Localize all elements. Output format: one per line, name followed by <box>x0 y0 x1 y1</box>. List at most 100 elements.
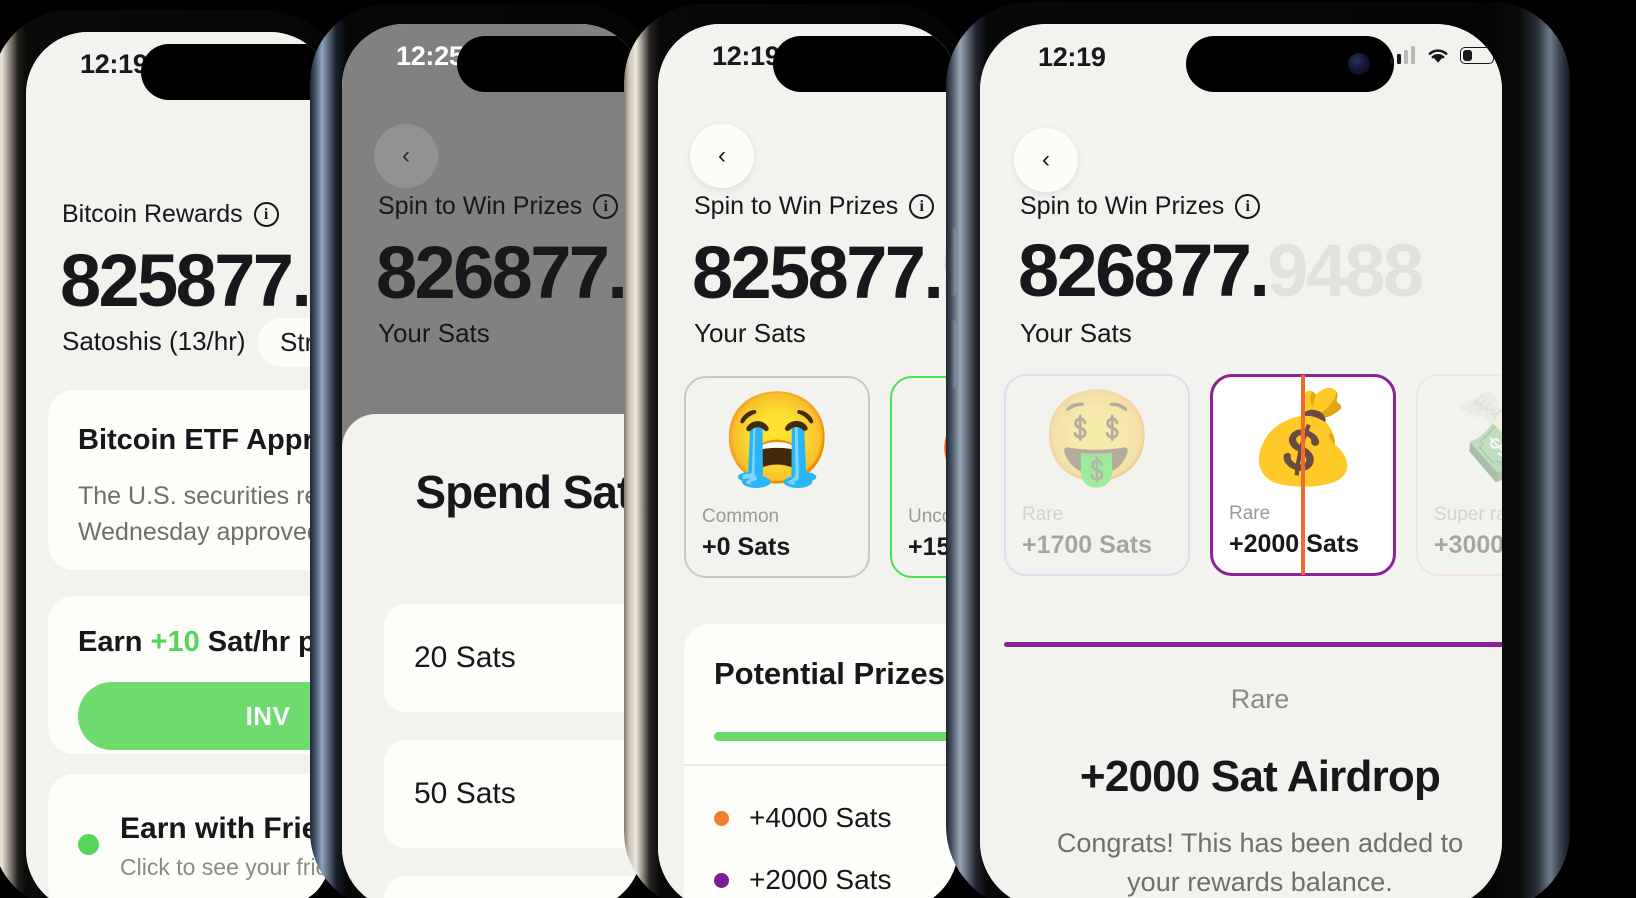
status-clock: 12:19 <box>1038 42 1106 72</box>
result-rarity: Rare <box>1230 684 1290 714</box>
info-circle-icon[interactable]: i <box>253 202 279 227</box>
prize-amount: +2000 Sats <box>1229 530 1359 558</box>
row-subtitle: Click to see your friends <box>120 854 332 880</box>
prize-legend-item: +2000 Sats <box>714 864 891 896</box>
news-card[interactable]: Bitcoin ETF Approved The U.S. securities… <box>48 390 332 570</box>
invite-card: Earn +10 Sat/hr per f INV <box>48 596 332 754</box>
prize-card[interactable]: 💸 Super rare +3000 Sats <box>1416 374 1502 576</box>
phone-1-sub-label: Satoshis (13/hr) <box>62 326 246 356</box>
phone-3-section-label: Spin to Win Prizes i <box>694 192 935 221</box>
sheet-option-row[interactable]: 100 Sats <box>384 876 642 898</box>
back-button[interactable]: ‹ <box>1014 128 1078 192</box>
volume-down-button[interactable] <box>950 320 956 388</box>
news-card-title: Bitcoin ETF Approved <box>78 424 332 456</box>
money-mouth-face-emoji: 🤑 <box>1040 387 1154 487</box>
legend-label: +4000 Sats <box>749 802 892 833</box>
result-message: Congrats! This has been added to your re… <box>1056 828 1464 898</box>
phone-4-sub-label: Your Sats <box>1020 318 1132 348</box>
volume-up-button[interactable] <box>950 228 956 296</box>
potential-prizes-card: Potential Prizes +4000 Sats +2000 Sats <box>684 624 958 898</box>
phone-4-balance: 826877.9488 <box>1018 234 1424 308</box>
status-clock: 12:25 <box>396 41 464 71</box>
phone-2-screen: 12:25 ‹ Spin to Win Prizes i 826877.9 Yo… <box>342 24 642 898</box>
wifi-icon <box>1426 46 1449 64</box>
balance-whole: 825877. <box>692 231 944 314</box>
prize-rarity: Rare <box>1229 503 1271 524</box>
status-clock: 12:19 <box>712 41 780 71</box>
phone-4-frame-right <box>1492 2 1570 898</box>
phone-2-section-label: Spin to Win Prizes i <box>378 192 619 221</box>
section-label-text: Bitcoin Rewards <box>62 200 243 228</box>
screenshot-stage: 12:19 Bitcoin Rewards i 825877.94 Satosh… <box>0 0 1636 898</box>
row-title: Earn with Friends <box>120 812 332 845</box>
sheet-option-row[interactable]: 50 Sats <box>384 740 642 848</box>
phone-4-status-bar: 12:19 <box>980 24 1502 92</box>
section-label-text: Spin to Win Prizes <box>1020 192 1225 220</box>
earn-with-friends-row[interactable]: Earn with Friends Click to see your frie… <box>48 774 332 898</box>
prize-legend-item: +4000 Sats <box>714 802 891 834</box>
prize-rarity: Super rare <box>1434 504 1502 525</box>
battery-icon <box>1460 46 1498 64</box>
phone-1-balance: 825877.94 <box>60 244 332 318</box>
sheet-title: Spend Sats for Priz <box>415 466 642 518</box>
balance-whole: 826877. <box>376 231 628 314</box>
prize-rarity: Common <box>702 506 780 527</box>
divider <box>684 764 958 766</box>
status-icons <box>1389 46 1498 64</box>
dynamic-island <box>1186 36 1394 92</box>
info-circle-icon[interactable]: i <box>1235 194 1261 219</box>
dynamic-island <box>141 44 332 100</box>
phone-2-sub-label: Your Sats <box>378 318 490 348</box>
spend-sats-sheet: Spend Sats for Priz 20 Sats 50 Sats 100 … <box>342 414 642 898</box>
result-divider-rule <box>1004 642 1502 647</box>
phone-3-screen: 12:19 ‹ Spin to Win Prizes i 825877.9 Yo… <box>658 24 958 898</box>
front-camera-icon <box>1348 53 1370 75</box>
prize-distribution-bar <box>714 732 958 741</box>
phone-2: 12:25 ‹ Spin to Win Prizes i 826877.9 Yo… <box>310 4 660 898</box>
back-button[interactable]: ‹ <box>374 124 438 188</box>
loudly-crying-face-emoji: 😭 <box>720 389 834 489</box>
section-label-text: Spin to Win Prizes <box>378 192 583 220</box>
potential-prizes-title: Potential Prizes <box>714 656 945 691</box>
news-card-line-1: The U.S. securities regulato <box>78 482 332 510</box>
phone-1-section-label: Bitcoin Rewards i <box>62 200 279 229</box>
phone-1-status-bar: 12:19 <box>26 32 332 100</box>
prize-card-selected[interactable]: 💰 Rare +2000 Sats <box>1210 374 1396 576</box>
balance-whole: 825877. <box>60 239 312 322</box>
invite-headline: Earn +10 Sat/hr per f <box>78 626 332 659</box>
balance-fraction: 9488 <box>1267 229 1424 312</box>
status-dot-green <box>78 834 99 855</box>
prize-rarity: Rare <box>1022 504 1064 525</box>
phone-1-screen: 12:19 Bitcoin Rewards i 825877.94 Satosh… <box>26 32 332 898</box>
info-circle-icon[interactable]: i <box>593 194 619 219</box>
prize-card[interactable]: 🤑 Rare +1700 Sats <box>1004 374 1190 576</box>
dynamic-island <box>773 36 958 92</box>
sheet-option-label: 50 Sats <box>414 777 516 810</box>
section-label-text: Spin to Win Prizes <box>694 192 899 220</box>
phone-3-balance: 825877.9 <box>692 236 958 310</box>
legend-bullet <box>714 810 729 826</box>
phone-4-section-label: Spin to Win Prizes i <box>1020 192 1261 221</box>
dynamic-island <box>457 36 642 92</box>
signal-bars-icon <box>1389 46 1415 64</box>
phone-2-status-bar: 12:25 <box>342 24 642 92</box>
invite-button[interactable]: INV <box>78 682 332 750</box>
money-with-wings-emoji: 💸 <box>1418 392 1502 482</box>
invite-highlight: +10 <box>150 626 200 658</box>
sheet-option-row[interactable]: 20 Sats <box>384 604 642 712</box>
invite-text-pre: Earn <box>78 626 151 658</box>
sheet-option-label: 20 Sats <box>414 641 516 674</box>
news-card-line-2: Wednesday approved the fi <box>78 518 332 546</box>
prize-card[interactable]: 😭 Common +0 Sats <box>684 376 870 578</box>
balance-whole: 826877. <box>1018 229 1270 312</box>
phone-3-sub-label: Your Sats <box>694 318 806 348</box>
back-button[interactable]: ‹ <box>690 124 754 188</box>
phone-3: 12:19 ‹ Spin to Win Prizes i 825877.9 Yo… <box>624 4 972 898</box>
bar-segment-green <box>714 732 958 741</box>
phone-2-balance: 826877.9 <box>376 236 642 310</box>
phone-1: 12:19 Bitcoin Rewards i 825877.94 Satosh… <box>0 10 344 898</box>
legend-bullet <box>714 872 729 888</box>
phone-3-status-bar: 12:19 <box>658 24 958 92</box>
prize-amount: +3000 Sats <box>1434 531 1502 559</box>
info-circle-icon[interactable]: i <box>909 194 935 219</box>
